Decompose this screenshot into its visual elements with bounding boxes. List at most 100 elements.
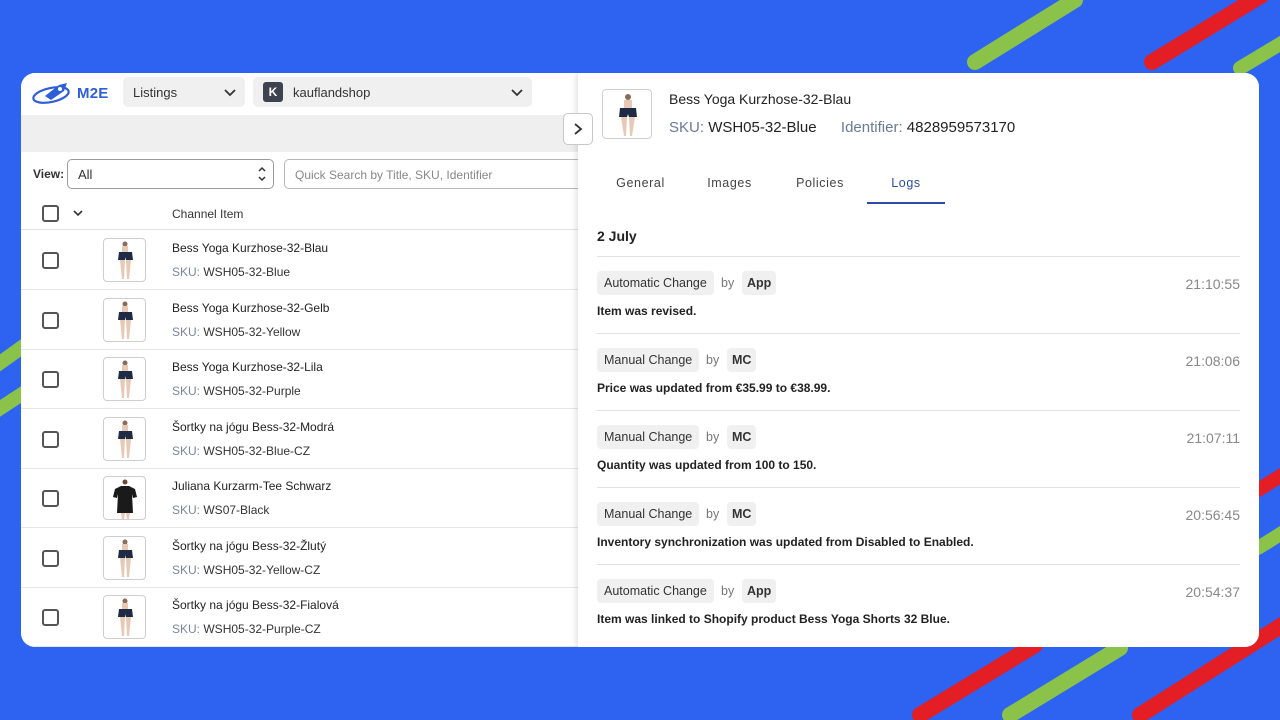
log-time: 20:54:37 xyxy=(1185,584,1241,600)
log-time: 20:56:45 xyxy=(1185,507,1241,523)
item-title[interactable]: Šortky na jógu Bess-32-Fialová xyxy=(172,598,339,612)
item-sku: SKU: WSH05-32-Blue xyxy=(172,265,290,279)
row-checkbox[interactable] xyxy=(42,609,59,626)
change-type-badge: Automatic Change xyxy=(597,579,714,603)
kaufland-icon: K xyxy=(263,82,283,102)
chevron-down-icon xyxy=(511,89,523,97)
sku-label: SKU: xyxy=(172,265,201,279)
product-thumbnail xyxy=(103,238,146,282)
channel-item-header: Channel Item xyxy=(172,207,244,221)
tab-label: Images xyxy=(707,176,752,190)
sku-label: SKU: xyxy=(172,562,201,577)
item-sku: SKU: WSH05-32-Yellow-CZ xyxy=(172,563,320,577)
log-entry: Manual Change by MC 21:07:11 Quantity was up… xyxy=(597,410,1240,487)
search-placeholder: Quick Search by Title, SKU, Identifier xyxy=(295,168,493,182)
log-time: 21:08:06 xyxy=(1185,353,1241,369)
sku-value: WSH05-32-Purple-CZ xyxy=(203,622,321,636)
log-message: Item was revised. xyxy=(597,304,697,318)
by-label: by xyxy=(721,276,735,290)
item-title[interactable]: Šortky na jógu Bess-32-Žlutý xyxy=(172,539,326,553)
select-all-checkbox[interactable] xyxy=(42,205,59,222)
action-bar xyxy=(21,115,578,152)
author-badge: App xyxy=(742,579,777,603)
item-title[interactable]: Bess Yoga Kurzhose-32-Gelb xyxy=(172,301,329,315)
collapse-panel-button[interactable] xyxy=(563,113,593,145)
log-message: Item was linked to Shopify product Bess … xyxy=(597,612,950,626)
table-row[interactable]: Bess Yoga Kurzhose-32-Gelb SKU: WSH05-32-… xyxy=(21,291,578,350)
log-entry: Manual Change by MC 20:56:45 Inventory synch… xyxy=(597,487,1240,564)
detail-meta: SKU: WSH05-32-Blue Identifier: 482895957… xyxy=(669,119,1015,136)
product-image xyxy=(602,89,652,139)
row-checkbox[interactable] xyxy=(42,490,59,507)
detail-sku: WSH05-32-Blue xyxy=(708,119,817,136)
log-date-heading: 2 July xyxy=(597,228,637,244)
row-checkbox[interactable] xyxy=(42,252,59,269)
shop-select[interactable]: K kauflandshop xyxy=(253,77,532,107)
view-label: View: xyxy=(33,167,65,181)
listings-select[interactable]: Listings xyxy=(123,77,245,107)
sku-value: WSH05-32-Yellow xyxy=(203,324,301,339)
quick-search-input[interactable]: Quick Search by Title, SKU, Identifier xyxy=(284,159,584,189)
change-type-badge: Automatic Change xyxy=(597,271,714,295)
row-checkbox[interactable] xyxy=(42,430,59,448)
table-row[interactable]: Šortky na jógu Bess-32-Fialová SKU: WSH05… xyxy=(21,588,578,647)
app-window: M2E Listings K kauflandshop View: All Qu… xyxy=(21,73,1259,647)
product-thumbnail xyxy=(103,297,146,342)
item-title[interactable]: Bess Yoga Kurzhose-32-Blau xyxy=(172,241,328,255)
chevron-down-icon[interactable] xyxy=(73,208,83,218)
log-entry: Manual Change by MC 21:08:06 Price was updat… xyxy=(597,333,1240,410)
m2e-logo[interactable]: M2E xyxy=(31,80,108,106)
change-type-badge: Manual Change xyxy=(597,348,700,372)
table-row[interactable]: Bess Yoga Kurzhose-32-Lila SKU: WSH05-32-… xyxy=(21,350,578,409)
sku-value: WSH05-32-Purple xyxy=(203,384,301,398)
shop-select-value: kauflandshop xyxy=(293,84,371,100)
log-message: Quantity was updated from 100 to 150. xyxy=(597,458,817,472)
item-title[interactable]: Šortky na jógu Bess-32-Modrá xyxy=(172,420,334,434)
detail-title: Bess Yoga Kurzhose-32-Blau xyxy=(669,91,852,107)
detail-tabs: General Images Policies Logs xyxy=(598,164,945,204)
author-badge: App xyxy=(742,271,777,295)
listings-pane: M2E Listings K kauflandshop View: All Qu… xyxy=(21,73,584,647)
tab-policies[interactable]: Policies xyxy=(776,164,864,204)
item-sku: SKU: WSH05-32-Purple xyxy=(172,384,301,398)
item-detail-panel: Bess Yoga Kurzhose-32-Blau SKU: WSH05-32… xyxy=(578,73,1259,647)
logo-text: M2E xyxy=(77,84,109,102)
updown-chevron-icon xyxy=(258,166,266,182)
item-title[interactable]: Juliana Kurzarm-Tee Schwarz xyxy=(172,479,331,493)
row-checkbox[interactable] xyxy=(42,549,59,567)
tab-images[interactable]: Images xyxy=(683,164,776,204)
by-label: by xyxy=(706,430,720,444)
table-row[interactable]: Šortky na jógu Bess-32-Modrá SKU: WSH05-3… xyxy=(21,410,578,469)
change-type-badge: Manual Change xyxy=(597,425,700,449)
product-thumbnail xyxy=(103,476,146,520)
product-thumbnail xyxy=(103,535,146,580)
log-message: Inventory synchronization was updated fr… xyxy=(597,535,974,549)
table-row[interactable]: Šortky na jógu Bess-32-Žlutý SKU: WSH05-3… xyxy=(21,529,578,588)
item-title[interactable]: Bess Yoga Kurzhose-32-Lila xyxy=(172,360,323,374)
tab-general[interactable]: General xyxy=(598,164,683,204)
view-select-value: All xyxy=(78,167,93,182)
log-time: 21:07:11 xyxy=(1186,430,1240,446)
row-checkbox[interactable] xyxy=(42,371,59,388)
sku-value: WSH05-32-Yellow-CZ xyxy=(203,562,321,577)
product-thumbnail xyxy=(103,357,146,401)
item-sku: SKU: WSH05-32-Blue-CZ xyxy=(172,444,310,458)
author-badge: MC xyxy=(727,425,757,449)
row-checkbox[interactable] xyxy=(42,311,59,329)
sku-value: WSH05-32-Blue-CZ xyxy=(203,443,311,458)
tab-logs[interactable]: Logs xyxy=(867,164,945,204)
product-thumbnail xyxy=(103,595,146,639)
table-header: Channel Item xyxy=(21,197,578,230)
view-select[interactable]: All xyxy=(67,159,274,189)
by-label: by xyxy=(706,353,720,367)
sku-label: SKU: xyxy=(669,119,705,136)
identifier-label: Identifier: xyxy=(840,119,903,136)
table-row[interactable]: Juliana Kurzarm-Tee Schwarz SKU: WS07-Bla… xyxy=(21,469,578,528)
sku-label: SKU: xyxy=(172,384,201,398)
detail-identifier: 4828959573170 xyxy=(906,119,1016,136)
author-badge: MC xyxy=(727,348,757,372)
item-sku: SKU: WSH05-32-Yellow xyxy=(172,325,300,339)
by-label: by xyxy=(706,507,720,521)
top-toolbar: M2E Listings K kauflandshop xyxy=(21,73,578,113)
table-row[interactable]: Bess Yoga Kurzhose-32-Blau SKU: WSH05-32-… xyxy=(21,231,578,290)
